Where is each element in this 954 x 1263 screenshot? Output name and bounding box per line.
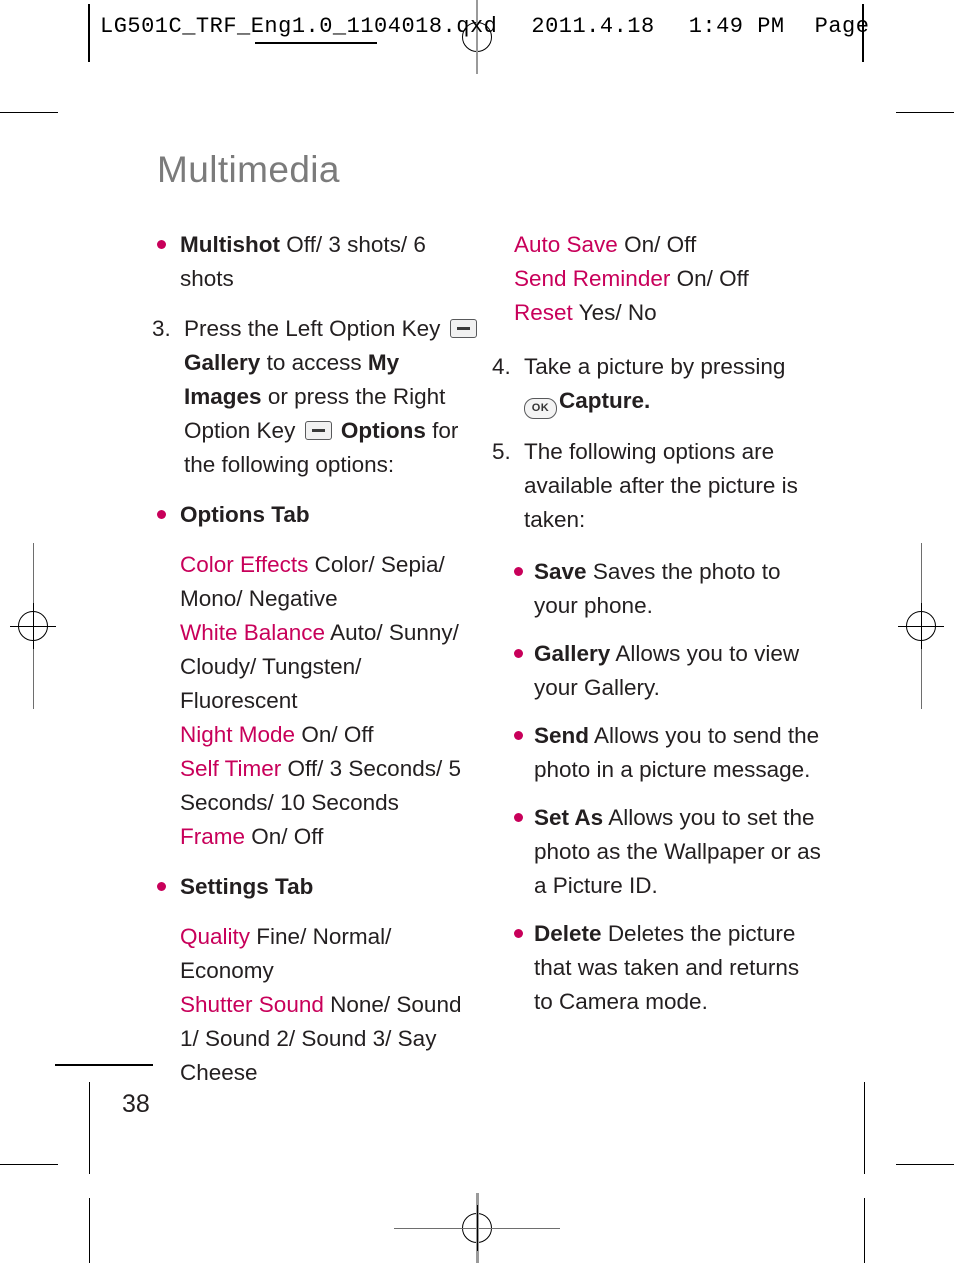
setting-row: Reset Yes/ No <box>514 296 822 330</box>
list-item-step-3: 3. Press the Left Option Key Gallery to … <box>152 312 482 482</box>
options-tab-settings: Color Effects Color/ Sepia/ Mono/ Negati… <box>180 548 482 854</box>
capture-label: Capture. <box>559 388 651 413</box>
bullet-dot-icon <box>514 731 523 740</box>
ok-key-icon: OK <box>524 398 557 419</box>
gallery-label: Gallery <box>184 350 261 375</box>
setting-name: Send Reminder <box>514 266 671 291</box>
left-column: Multishot Off/ 3 shots/ 6 shots 3. Press… <box>152 228 482 1106</box>
setting-name: Self Timer <box>180 756 282 781</box>
bullet-dot-icon <box>514 929 523 938</box>
list-item-step-4: 4. Take a picture by pressing OK Capture. <box>492 350 822 419</box>
option-name: Gallery <box>534 641 611 666</box>
list-item-option-set-as: Set As Allows you to set the photo as th… <box>514 801 822 903</box>
list-item-option-delete: Delete Deletes the picture that was take… <box>514 917 822 1019</box>
list-item-option-gallery: Gallery Allows you to view your Gallery. <box>514 637 822 705</box>
setting-row: Frame On/ Off <box>180 820 482 854</box>
setting-row: Shutter Sound None/ Sound 1/ Sound 2/ So… <box>180 988 482 1090</box>
bullet-dot-icon <box>514 567 523 576</box>
setting-values: Yes/ No <box>578 300 657 325</box>
setting-name: Frame <box>180 824 246 849</box>
bullet-dot-icon <box>157 510 166 519</box>
option-name: Send <box>534 723 590 748</box>
right-column: Auto Save On/ Off Send Reminder On/ Off … <box>492 228 822 1033</box>
option-name: Save <box>534 559 587 584</box>
setting-values: On/ Off <box>251 824 324 849</box>
setting-row: Auto Save On/ Off <box>514 228 822 262</box>
setting-name: Quality <box>180 924 251 949</box>
step-4-text: Take a picture by pressing <box>524 354 786 379</box>
setting-row: White Balance Auto/ Sunny/ Cloudy/ Tungs… <box>180 616 482 718</box>
setting-row: Self Timer Off/ 3 Seconds/ 5 Seconds/ 10… <box>180 752 482 820</box>
setting-values: On/ Off <box>301 722 374 747</box>
page-content: Multimedia Multishot Off/ 3 shots/ 6 sho… <box>0 0 954 1263</box>
list-item-step-5: 5. The following options are available a… <box>492 435 822 537</box>
list-item-option-send: Send Allows you to send the photo in a p… <box>514 719 822 787</box>
step-4-number: 4. <box>492 354 511 379</box>
setting-row: Quality Fine/ Normal/ Economy <box>180 920 482 988</box>
step-5-number: 5. <box>492 439 511 464</box>
setting-row: Send Reminder On/ Off <box>514 262 822 296</box>
list-item-settings-tab: Settings Tab <box>152 870 482 904</box>
list-item-options-tab: Options Tab <box>152 498 482 532</box>
options-label: Options <box>340 418 426 443</box>
step-3-number: 3. <box>152 316 171 341</box>
page-number: 38 <box>122 1090 150 1118</box>
footer-rule <box>55 1064 153 1066</box>
step-5-text: The following options are available afte… <box>524 439 798 532</box>
setting-name: Auto Save <box>514 232 618 257</box>
list-item-option-save: Save Saves the photo to your phone. <box>514 555 822 623</box>
setting-row: Night Mode On/ Off <box>180 718 482 752</box>
bullet-dot-icon <box>157 240 166 249</box>
step-3-text-2: to access <box>266 350 362 375</box>
setting-values: On/ Off <box>676 266 749 291</box>
multishot-label: Multishot <box>180 232 280 257</box>
list-item-multishot: Multishot Off/ 3 shots/ 6 shots <box>152 228 482 296</box>
setting-name: Night Mode <box>180 722 296 747</box>
setting-values: On/ Off <box>624 232 697 257</box>
soft-key-icon <box>304 421 332 440</box>
step-3-text-1: Press the Left Option Key <box>184 316 441 341</box>
setting-name: Color Effects <box>180 552 309 577</box>
settings-tab-heading: Settings Tab <box>180 874 314 899</box>
options-tab-heading: Options Tab <box>180 502 310 527</box>
soft-key-icon <box>449 319 477 338</box>
bullet-dot-icon <box>157 882 166 891</box>
setting-row: Color Effects Color/ Sepia/ Mono/ Negati… <box>180 548 482 616</box>
setting-name: Reset <box>514 300 573 325</box>
bullet-dot-icon <box>514 813 523 822</box>
settings-tab-settings-continued: Auto Save On/ Off Send Reminder On/ Off … <box>514 228 822 330</box>
bullet-dot-icon <box>514 649 523 658</box>
page-title: Multimedia <box>157 149 340 190</box>
option-name: Delete <box>534 921 602 946</box>
settings-tab-settings: Quality Fine/ Normal/ Economy Shutter So… <box>180 920 482 1090</box>
setting-name: Shutter Sound <box>180 992 324 1017</box>
setting-name: White Balance <box>180 620 326 645</box>
option-name: Set As <box>534 805 604 830</box>
